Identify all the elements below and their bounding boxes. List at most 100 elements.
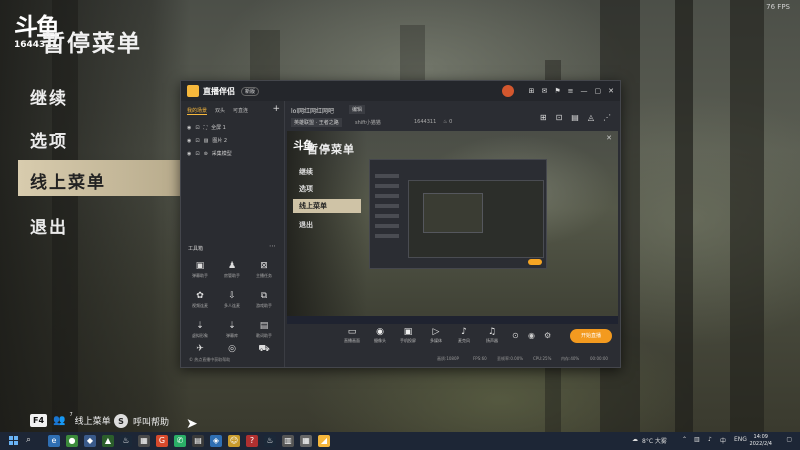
- steam-icon[interactable]: ♨: [120, 435, 132, 447]
- eye-preview-icon[interactable]: ◉: [528, 331, 535, 340]
- notification-icon[interactable]: ▢: [786, 436, 792, 443]
- taskbar-clock[interactable]: 14:09 2022/2/4: [750, 434, 772, 448]
- tool-danmu-library[interactable]: ⇣ 弹幕库: [217, 321, 247, 339]
- input-method-icon[interactable]: 中: [720, 436, 726, 445]
- settings-icon[interactable]: ⚙: [544, 331, 551, 340]
- app-icon[interactable]: G: [156, 435, 168, 447]
- preview-close-icon[interactable]: ✕: [606, 134, 612, 142]
- scene-item[interactable]: ◉ ⊡ ▨ 图片 2: [181, 134, 284, 147]
- add-phone-button[interactable]: ▣ 手机投屏: [393, 327, 423, 344]
- eye-icon[interactable]: ◉: [187, 125, 191, 131]
- hint-call-help[interactable]: S 呼叫帮助: [114, 414, 169, 428]
- tab-second[interactable]: 双头: [215, 107, 225, 115]
- app-icon[interactable]: ▦: [300, 435, 312, 447]
- tool-anchor-task[interactable]: ⊠ 主播任务: [249, 261, 279, 279]
- windows-start-icon[interactable]: [9, 436, 19, 446]
- eye-icon[interactable]: ◉: [187, 138, 191, 144]
- share-icon[interactable]: ⋰: [603, 113, 611, 122]
- tool-extra-1[interactable]: ✈: [185, 344, 215, 355]
- start-live-button[interactable]: 开始直播: [570, 329, 612, 343]
- camera-icon: ◉: [376, 327, 384, 337]
- tool-danmu-helper[interactable]: ▣ 弹幕助手: [185, 261, 215, 279]
- tray-chevron-icon[interactable]: ⌃: [682, 436, 687, 443]
- tool-multi-link[interactable]: ⇩ 多人连麦: [217, 291, 247, 309]
- add-camera-button[interactable]: ◉ 摄像头: [365, 327, 395, 344]
- edge-icon[interactable]: e: [48, 435, 60, 447]
- more-tools-icon[interactable]: ⋯: [269, 242, 276, 250]
- shop-icon[interactable]: ⊞: [540, 113, 547, 122]
- close-icon[interactable]: ✕: [608, 87, 614, 95]
- volume-icon[interactable]: ♪: [708, 436, 712, 443]
- room-category[interactable]: 英雄联盟 · 王者之路: [291, 118, 342, 127]
- tool-extra-2[interactable]: ◎: [217, 344, 247, 355]
- app-icon[interactable]: ?: [246, 435, 258, 447]
- app-titlebar[interactable]: 直播伴侣 新版 ⊞ ✉ ⚑ ≡ — ▢ ✕: [181, 81, 620, 101]
- menu-exit[interactable]: 退出: [30, 213, 68, 238]
- app-icon[interactable]: ▦: [138, 435, 150, 447]
- maximize-icon[interactable]: ▢: [595, 87, 602, 95]
- add-media-button[interactable]: ▷ 多媒体: [421, 327, 451, 344]
- tool-video-link[interactable]: ✿ 视频连麦: [185, 291, 215, 309]
- group-icon: 👥: [53, 415, 66, 426]
- eye-icon[interactable]: ◉: [187, 151, 191, 157]
- gift-icon[interactable]: ⊞: [529, 87, 535, 95]
- tool-game-helper[interactable]: ⧉ 游戏助手: [249, 291, 279, 309]
- app-icon[interactable]: ●: [66, 435, 78, 447]
- microphone-button[interactable]: ♪ 麦克风: [449, 327, 479, 344]
- tool-lyrics-helper[interactable]: ▤ 歌词助手: [249, 321, 279, 339]
- room-likes-value: 0: [449, 119, 453, 125]
- scene-item[interactable]: ◉ ⊡ ⛶ 全屏 1: [181, 121, 284, 134]
- app-icon[interactable]: ▲: [102, 435, 114, 447]
- app-icon[interactable]: ◆: [84, 435, 96, 447]
- steam-icon[interactable]: ♨: [264, 435, 276, 447]
- nested-preview-window: [369, 159, 547, 269]
- notes-icon[interactable]: ▤: [571, 113, 579, 122]
- app-icon[interactable]: ▥: [282, 435, 294, 447]
- live-preview[interactable]: 斗鱼 暂停菜单 继续 选项 线上菜单 退出 ✕: [287, 131, 618, 324]
- live-companion-window[interactable]: 直播伴侣 新版 ⊞ ✉ ⚑ ≡ — ▢ ✕ 我的场景 双头 可直连 + ◉ ⊡ ⛶ …: [180, 80, 621, 368]
- menu-icon[interactable]: ≡: [568, 87, 574, 95]
- f4-key: F4: [30, 414, 48, 427]
- add-scene-button[interactable]: +: [272, 104, 280, 114]
- menu-options[interactable]: 选项: [30, 127, 68, 152]
- menu-continue[interactable]: 继续: [30, 84, 68, 109]
- s-key-icon: S: [114, 414, 128, 428]
- weather-text[interactable]: 8°C 大雾: [642, 436, 667, 445]
- tool-room-manager[interactable]: ♟ 房管助手: [217, 261, 247, 279]
- scene-type-icon: ▨: [203, 137, 209, 144]
- tab-my-scenes[interactable]: 我的场景: [187, 107, 208, 115]
- live-companion-taskbar-icon[interactable]: ◢: [318, 435, 330, 447]
- add-screen-button[interactable]: ▭ 直播画面: [337, 327, 367, 344]
- record-icon[interactable]: ⊙: [512, 331, 519, 340]
- app-icon[interactable]: ◈: [210, 435, 222, 447]
- speaker-button[interactable]: ♫ 扬声器: [477, 327, 507, 344]
- scene-item[interactable]: ◉ ⊡ ⊚ 采集模型: [181, 147, 284, 160]
- bell-icon[interactable]: ◬: [588, 113, 594, 122]
- lock-room-icon[interactable]: ⊡: [556, 113, 563, 122]
- tool-label: 视频连麦: [192, 303, 208, 308]
- tool-virtual-avatar[interactable]: ⇣ 虚拟形象: [185, 321, 215, 339]
- app-icon[interactable]: ▤: [192, 435, 204, 447]
- lock-icon[interactable]: ⊡: [195, 151, 199, 157]
- lock-icon[interactable]: ⊡: [195, 125, 199, 131]
- lock-icon[interactable]: ⊡: [195, 138, 199, 144]
- nested-preview: [408, 180, 544, 258]
- shirt-icon[interactable]: ⚑: [554, 87, 560, 95]
- language-indicator[interactable]: ENG: [734, 436, 747, 443]
- edit-title-button[interactable]: 编辑: [349, 105, 366, 114]
- search-icon[interactable]: ⌕: [26, 435, 31, 445]
- app-icon[interactable]: ☺: [228, 435, 240, 447]
- menu-online-selected[interactable]: 线上菜单: [18, 160, 180, 196]
- mail-icon[interactable]: ✉: [541, 87, 547, 95]
- hint-online-menu[interactable]: F4 👥 7 线上菜单: [30, 412, 111, 427]
- help-link[interactable]: © 热点直播中获取帮助: [189, 357, 230, 363]
- tool-extra-3[interactable]: ⛟: [249, 344, 279, 355]
- avatar[interactable]: [501, 85, 514, 97]
- minimize-icon[interactable]: —: [581, 87, 588, 95]
- network-icon[interactable]: ▥: [694, 436, 700, 443]
- version-badge[interactable]: 新版: [241, 86, 260, 96]
- tool-label: 主播任务: [256, 273, 272, 278]
- wechat-icon[interactable]: ✆: [174, 435, 186, 447]
- sidebar-tabs: 我的场景 双头 可直连: [181, 101, 284, 115]
- tab-third[interactable]: 可直连: [233, 107, 248, 115]
